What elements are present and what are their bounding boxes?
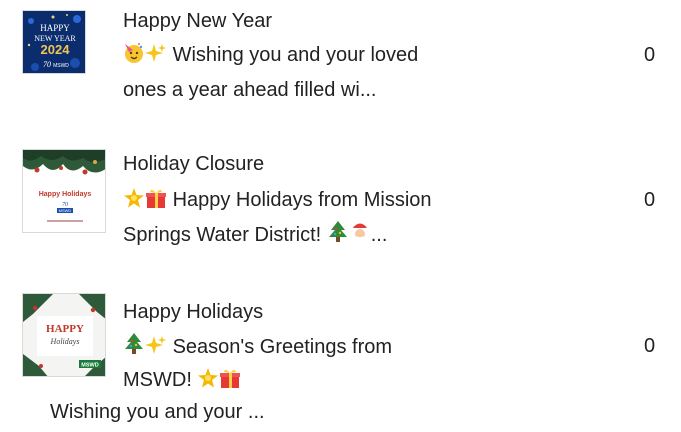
post-excerpt-line-2: ones a year ahead filled wi... xyxy=(123,79,377,101)
post-excerpt-line-2: MSWD! xyxy=(123,366,241,397)
post-count: 0 xyxy=(644,44,656,66)
thumb-text-2: Holidays xyxy=(50,337,80,346)
thumb-badge: MSWD xyxy=(81,363,98,369)
thumb-badge: MSWD xyxy=(59,208,72,213)
santa-claus-icon xyxy=(349,220,371,252)
sparkles-icon xyxy=(145,334,167,364)
gift-icon xyxy=(145,187,167,217)
post-excerpt-line-2: Springs Water District! ... xyxy=(123,220,387,252)
post-count: 0 xyxy=(644,335,656,357)
post-excerpt-text: Happy Holidays from Mission xyxy=(172,189,432,211)
thumb-text-1: HAPPY xyxy=(40,23,70,33)
happy-holidays-thumbnail-graphic: HAPPY Holidays MSWD xyxy=(23,294,105,376)
post-excerpt-text: Season's Greetings from xyxy=(172,336,393,358)
post-thumbnail[interactable]: HAPPY Holidays MSWD xyxy=(22,293,106,377)
new-year-thumbnail-graphic: HAPPY NEW YEAR 2024 70 MSWD xyxy=(23,11,85,73)
post-title[interactable]: Happy New Year xyxy=(123,7,272,35)
post-excerpt-text: MSWD! xyxy=(123,369,192,391)
party-face-icon xyxy=(123,42,145,72)
post-excerpt-line-3: Wishing you and your ... xyxy=(50,401,265,423)
post-title[interactable]: Holiday Closure xyxy=(123,150,264,178)
thumb-badge: MSWD xyxy=(53,63,69,69)
post-excerpt-ellipsis: ... xyxy=(370,224,388,246)
christmas-tree-icon xyxy=(123,332,145,364)
svg-text:70: 70 xyxy=(43,60,51,69)
post-thumbnail[interactable]: HAPPY NEW YEAR 2024 70 MSWD xyxy=(22,10,86,74)
post-excerpt-text: Wishing you and your loved xyxy=(172,44,419,66)
post-count: 0 xyxy=(644,189,656,211)
thumb-text-1: HAPPY xyxy=(46,323,84,335)
thumb-text-1: Happy Holidays xyxy=(39,191,92,198)
sparkles-icon xyxy=(145,42,167,72)
post-excerpt-line-1: Wishing you and your loved xyxy=(123,41,418,72)
post-excerpt-line-1: Season's Greetings from xyxy=(123,332,392,364)
glowing-star-icon xyxy=(197,367,219,397)
post-excerpt-text: Springs Water District! xyxy=(123,224,322,246)
christmas-tree-icon xyxy=(327,220,349,252)
post-thumbnail[interactable]: Happy Holidays 70 MSWD xyxy=(22,149,106,233)
glowing-star-icon xyxy=(123,187,145,217)
post-excerpt-line-1: Happy Holidays from Mission xyxy=(123,186,432,217)
gift-icon xyxy=(219,367,241,397)
holiday-closure-thumbnail-graphic: Happy Holidays 70 MSWD xyxy=(23,150,105,232)
thumb-text-3: 2024 xyxy=(41,42,71,57)
post-title[interactable]: Happy Holidays xyxy=(123,298,263,326)
